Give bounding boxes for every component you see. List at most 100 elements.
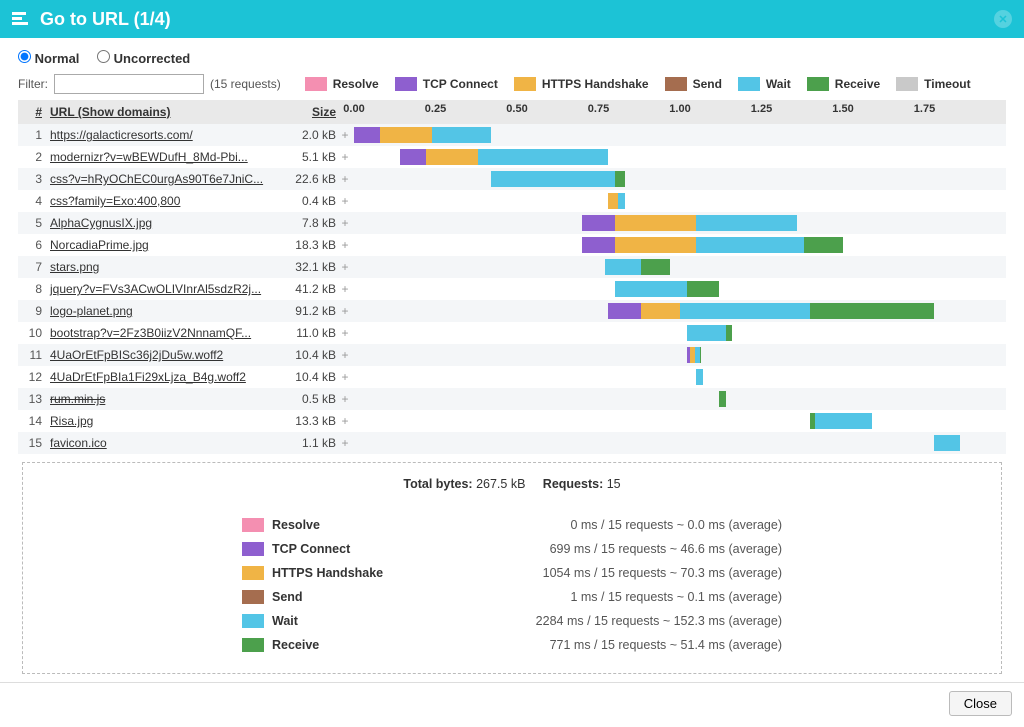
row-url[interactable]: 4UaDrEtFpBIa1Fi29xLjza_B4g.woff2 [46,370,276,384]
summary-stat-value: 699 ms / 15 requests ~ 46.6 ms (average) [392,542,782,556]
legend-swatch [896,77,918,91]
row-url[interactable]: AlphaCygnusIX.jpg [46,216,276,230]
timing-bar [354,366,1006,388]
summary-row-send: Send1 ms / 15 requests ~ 0.1 ms (average… [242,585,782,609]
summary-top: Total bytes: 267.5 kB Requests: 15 [43,477,981,491]
table-row[interactable]: 7stars.png32.1 kB+ [18,256,1006,278]
row-url[interactable]: stars.png [46,260,276,274]
table-row[interactable]: 1https://galacticresorts.com/2.0 kB+ [18,124,1006,146]
bar-seg-c-https [615,215,697,231]
bar-seg-c-https [641,303,680,319]
expand-icon[interactable]: + [336,172,354,186]
bar-seg-c-wait [478,149,608,165]
expand-icon[interactable]: + [336,238,354,252]
dialog-footer: Close [0,682,1024,724]
legend: ResolveTCP ConnectHTTPS HandshakeSendWai… [305,77,971,91]
timing-bar [354,234,1006,256]
filter-input[interactable] [54,74,204,94]
table-row[interactable]: 13rum.min.js0.5 kB+ [18,388,1006,410]
row-url[interactable]: NorcadiaPrime.jpg [46,238,276,252]
legend-swatch [665,77,687,91]
table-row[interactable]: 5AlphaCygnusIX.jpg7.8 kB+ [18,212,1006,234]
summary-stat-value: 2284 ms / 15 requests ~ 152.3 ms (averag… [392,614,782,628]
expand-icon[interactable]: + [336,150,354,164]
expand-icon[interactable]: + [336,326,354,340]
expand-icon[interactable]: + [336,304,354,318]
view-uncorrected-option[interactable]: Uncorrected [97,51,190,66]
summary-stat-name: HTTPS Handshake [272,566,392,580]
timing-bar [354,300,1006,322]
bar-seg-c-tcp [400,149,426,165]
view-normal-label: Normal [35,51,80,66]
table-row[interactable]: 4css?family=Exo:400,8000.4 kB+ [18,190,1006,212]
row-url[interactable]: rum.min.js [46,392,276,406]
close-button[interactable]: Close [949,691,1012,716]
row-url[interactable]: jquery?v=FVs3ACwOLIVInrAl5sdzR2j... [46,282,276,296]
expand-icon[interactable]: + [336,392,354,406]
view-uncorrected-radio[interactable] [97,50,110,63]
expand-icon[interactable]: + [336,194,354,208]
row-url[interactable]: Risa.jpg [46,414,276,428]
timing-bar [354,212,1006,234]
axis-tick: 1.00 [669,103,690,115]
expand-icon[interactable]: + [336,216,354,230]
view-normal-option[interactable]: Normal [18,51,83,66]
expand-icon[interactable]: + [336,128,354,142]
table-row[interactable]: 8jquery?v=FVs3ACwOLIVInrAl5sdzR2j...41.2… [18,278,1006,300]
row-index: 3 [18,172,46,186]
expand-icon[interactable]: + [336,436,354,450]
row-url[interactable]: bootstrap?v=2Fz3B0iizV2NnnamQF... [46,326,276,340]
row-index: 7 [18,260,46,274]
expand-icon[interactable]: + [336,282,354,296]
bar-seg-c-receive [719,391,726,407]
expand-icon[interactable]: + [336,370,354,384]
row-url[interactable]: 4UaOrEtFpBISc36j2jDu5w.woff2 [46,348,276,362]
close-icon[interactable]: ✕ [994,10,1012,28]
row-size: 0.5 kB [276,392,336,406]
row-size: 22.6 kB [276,172,336,186]
summary-stat-value: 771 ms / 15 requests ~ 51.4 ms (average) [392,638,782,652]
table-row[interactable]: 15favicon.ico1.1 kB+ [18,432,1006,454]
table-row[interactable]: 14Risa.jpg13.3 kB+ [18,410,1006,432]
summary-row-tcp-connect: TCP Connect699 ms / 15 requests ~ 46.6 m… [242,537,782,561]
bar-seg-c-receive [700,347,702,363]
table-row[interactable]: 6NorcadiaPrime.jpg18.3 kB+ [18,234,1006,256]
row-index: 2 [18,150,46,164]
row-url[interactable]: modernizr?v=wBEWDufH_8Md-Pbi... [46,150,276,164]
timing-bar [354,124,1006,146]
bar-seg-c-wait [605,259,641,275]
row-url[interactable]: logo-planet.png [46,304,276,318]
row-index: 6 [18,238,46,252]
table-row[interactable]: 3css?v=hRyOChEC0urgAs90T6e7JniC...22.6 k… [18,168,1006,190]
col-size[interactable]: Size [276,105,336,119]
table-row[interactable]: 9logo-planet.png91.2 kB+ [18,300,1006,322]
legend-item-timeout: Timeout [896,77,970,91]
row-size: 91.2 kB [276,304,336,318]
table-row[interactable]: 10bootstrap?v=2Fz3B0iizV2NnnamQF...11.0 … [18,322,1006,344]
table-row[interactable]: 2modernizr?v=wBEWDufH_8Md-Pbi...5.1 kB+ [18,146,1006,168]
expand-icon[interactable]: + [336,348,354,362]
table-row[interactable]: 124UaDrEtFpBIa1Fi29xLjza_B4g.woff210.4 k… [18,366,1006,388]
expand-icon[interactable]: + [336,414,354,428]
summary-stat-value: 0 ms / 15 requests ~ 0.0 ms (average) [392,518,782,532]
row-url[interactable]: https://galacticresorts.com/ [46,128,276,142]
row-url[interactable]: css?v=hRyOChEC0urgAs90T6e7JniC... [46,172,276,186]
row-size: 13.3 kB [276,414,336,428]
summary-row-wait: Wait2284 ms / 15 requests ~ 152.3 ms (av… [242,609,782,633]
axis-tick: 1.25 [751,103,772,115]
row-index: 4 [18,194,46,208]
table-row[interactable]: 114UaOrEtFpBISc36j2jDu5w.woff210.4 kB+ [18,344,1006,366]
col-index[interactable]: # [18,105,46,119]
expand-icon[interactable]: + [336,260,354,274]
bar-seg-c-wait [432,127,491,143]
show-domains-link[interactable]: (Show domains) [78,105,171,119]
row-url[interactable]: css?family=Exo:400,800 [46,194,276,208]
col-url[interactable]: URL (Show domains) [46,105,276,119]
bar-seg-c-wait [815,413,872,429]
timing-bar [354,410,1006,432]
bar-seg-c-wait [934,435,960,451]
row-url[interactable]: favicon.ico [46,436,276,450]
row-size: 7.8 kB [276,216,336,230]
summary-row-https-handshake: HTTPS Handshake1054 ms / 15 requests ~ 7… [242,561,782,585]
view-normal-radio[interactable] [18,50,31,63]
